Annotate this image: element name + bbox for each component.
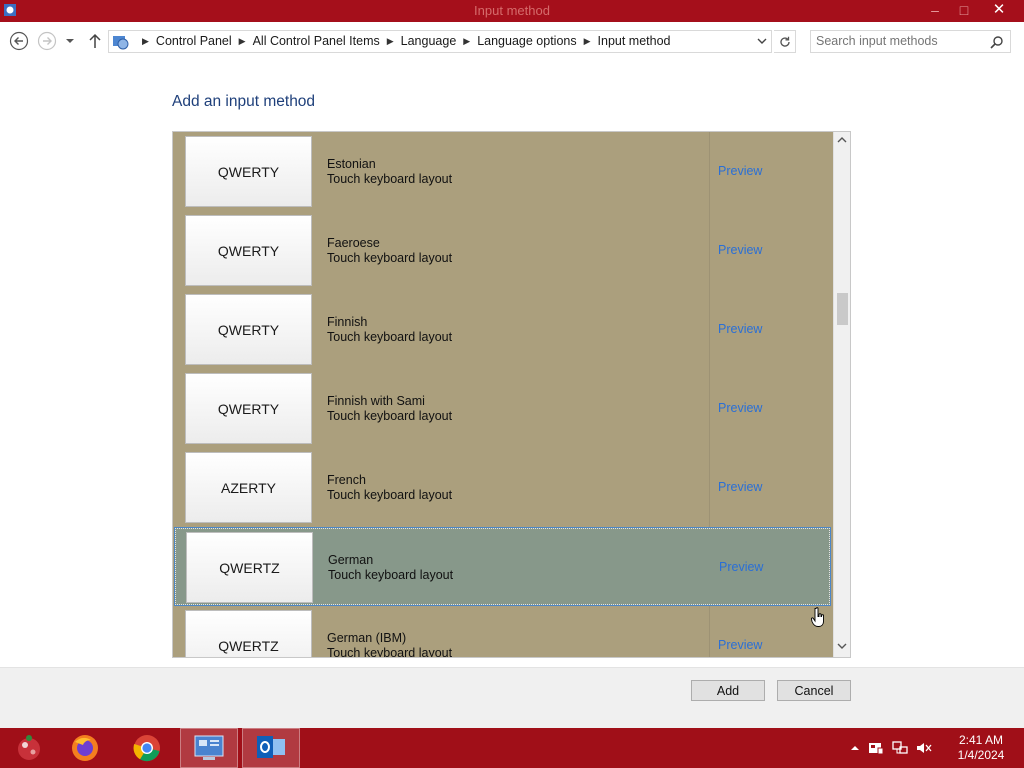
breadcrumb-language[interactable]: Language	[397, 34, 461, 48]
chevron-down-icon	[66, 39, 74, 43]
input-method-subtitle: Touch keyboard layout	[327, 330, 453, 344]
breadcrumb-all-items[interactable]: All Control Panel Items	[249, 34, 384, 48]
input-method-subtitle: Touch keyboard layout	[328, 568, 454, 582]
scrollbar-thumb[interactable]	[837, 293, 848, 325]
outlook-icon	[257, 736, 285, 758]
preview-link[interactable]: Preview	[718, 638, 762, 652]
breadcrumb: ▶ Control Panel ▶ All Control Panel Item…	[139, 34, 675, 48]
preview-link[interactable]: Preview	[719, 560, 763, 574]
breadcrumb-separator-icon: ▶	[583, 35, 591, 46]
back-arrow-icon	[9, 31, 29, 51]
keyboard-layout-thumbnail: QWERTY	[185, 215, 312, 286]
add-button[interactable]: Add	[691, 680, 765, 701]
network-icon[interactable]	[892, 740, 908, 756]
action-center-icon[interactable]	[868, 740, 884, 756]
address-dropdown-icon[interactable]	[757, 35, 767, 47]
back-button[interactable]	[8, 30, 30, 52]
preview-link[interactable]: Preview	[718, 164, 762, 178]
input-method-name: Finnish	[327, 315, 368, 329]
breadcrumb-language-options[interactable]: Language options	[473, 34, 580, 48]
recent-locations-button[interactable]	[62, 30, 78, 52]
forward-button[interactable]	[36, 30, 58, 52]
breadcrumb-separator-icon: ▶	[463, 35, 471, 46]
list-item[interactable]: QWERTY Faeroese Touch keyboard layout Previ…	[174, 211, 831, 290]
taskbar-outlook[interactable]	[242, 728, 300, 768]
title-bar: Input method – □ ✕	[0, 0, 1024, 22]
up-arrow-icon	[89, 33, 101, 48]
hand-cursor-icon	[811, 607, 824, 627]
keyboard-layout-thumbnail: AZERTY	[185, 452, 312, 523]
input-method-name: German (IBM)	[327, 631, 407, 645]
keyboard-layout-thumbnail: QWERTY	[185, 136, 312, 207]
up-button[interactable]	[84, 30, 106, 52]
input-method-name: Estonian	[327, 157, 376, 171]
keyboard-layout-thumbnail: QWERTY	[185, 373, 312, 444]
preview-link[interactable]: Preview	[718, 322, 762, 336]
taskbar-control-panel[interactable]	[180, 728, 238, 768]
input-method-subtitle: Touch keyboard layout	[327, 251, 453, 265]
forward-arrow-icon	[37, 31, 57, 51]
input-method-window: Input method – □ ✕ ▶ Control Panel ▶ All…	[0, 0, 1024, 728]
input-method-subtitle: Touch keyboard layout	[327, 409, 453, 423]
clock-date: 1/4/2024	[957, 748, 1005, 762]
close-button[interactable]: ✕	[984, 0, 1014, 22]
keyboard-layout-thumbnail: QWERTY	[185, 294, 312, 365]
input-method-subtitle: Touch keyboard layout	[327, 488, 453, 502]
system-tray	[850, 728, 932, 768]
address-bar[interactable]: ▶ Control Panel ▶ All Control Panel Item…	[108, 30, 772, 53]
control-panel-icon	[113, 36, 129, 50]
breadcrumb-separator-icon: ▶	[238, 35, 246, 46]
breadcrumb-separator-icon: ▶	[386, 35, 394, 46]
list-item[interactable]: QWERTY Finnish with Sami Touch keyboard la…	[174, 369, 831, 448]
input-method-name: Finnish with Sami	[327, 394, 425, 408]
list-item[interactable]: QWERTY Finnish Touch keyboard layout Previe…	[174, 290, 831, 369]
breadcrumb-input-method[interactable]: Input method	[594, 34, 675, 48]
start-button[interactable]	[0, 728, 58, 768]
search-box[interactable]	[810, 30, 1011, 53]
search-input[interactable]	[816, 34, 986, 48]
navigation-bar: ▶ Control Panel ▶ All Control Panel Item…	[0, 22, 1024, 60]
list-item[interactable]: QWERTY Estonian Touch keyboard layout Previ…	[174, 132, 831, 211]
list-item[interactable]: AZERTY French Touch keyboard layout Preview	[174, 448, 831, 527]
show-hidden-icons-icon[interactable]	[850, 743, 860, 753]
input-method-subtitle: Touch keyboard layout	[327, 646, 453, 658]
taskbar: 2:41 AM 1/4/2024	[0, 728, 1024, 768]
keyboard-layout-thumbnail: QWERTZ	[185, 610, 312, 657]
cancel-button[interactable]: Cancel	[777, 680, 851, 701]
breadcrumb-control-panel[interactable]: Control Panel	[152, 34, 236, 48]
refresh-button[interactable]	[774, 30, 796, 53]
keyboard-layout-thumbnail: QWERTZ	[186, 532, 313, 603]
input-method-name: German	[328, 553, 374, 567]
preview-link[interactable]: Preview	[718, 480, 762, 494]
minimize-button[interactable]: –	[920, 0, 950, 22]
clock[interactable]: 2:41 AM 1/4/2024	[950, 733, 1012, 763]
search-icon[interactable]	[990, 35, 1004, 49]
volume-muted-icon[interactable]	[916, 740, 932, 756]
vertical-scrollbar[interactable]	[833, 132, 850, 657]
breadcrumb-separator-icon: ▶	[142, 35, 149, 46]
window-title: Input method	[474, 3, 550, 18]
input-method-subtitle: Touch keyboard layout	[327, 172, 453, 186]
input-method-list[interactable]: QWERTY Estonian Touch keyboard layout Previ…	[172, 131, 851, 658]
refresh-icon	[779, 36, 790, 47]
preview-link[interactable]: Preview	[718, 243, 762, 257]
input-method-name: French	[327, 473, 366, 487]
preview-link[interactable]: Preview	[718, 401, 762, 415]
taskbar-firefox[interactable]	[56, 728, 114, 768]
control-panel-icon	[194, 735, 224, 760]
list-item[interactable]: QWERTZ German Touch keyboard layout Preview	[174, 527, 831, 606]
dialog-footer: Add Cancel	[0, 667, 1024, 728]
maximize-button[interactable]: □	[950, 0, 978, 22]
firefox-icon	[72, 735, 98, 761]
scroll-down-icon[interactable]	[837, 641, 847, 651]
page-title: Add an input method	[172, 93, 316, 110]
scroll-up-icon[interactable]	[837, 135, 847, 145]
list-item[interactable]: QWERTZ German (IBM) Touch keyboard layout P…	[174, 606, 831, 658]
clock-time: 2:41 AM	[958, 733, 1004, 747]
start-icon	[18, 735, 40, 760]
taskbar-chrome[interactable]	[118, 728, 176, 768]
chrome-icon	[133, 735, 160, 762]
input-method-name: Faeroese	[327, 236, 380, 250]
